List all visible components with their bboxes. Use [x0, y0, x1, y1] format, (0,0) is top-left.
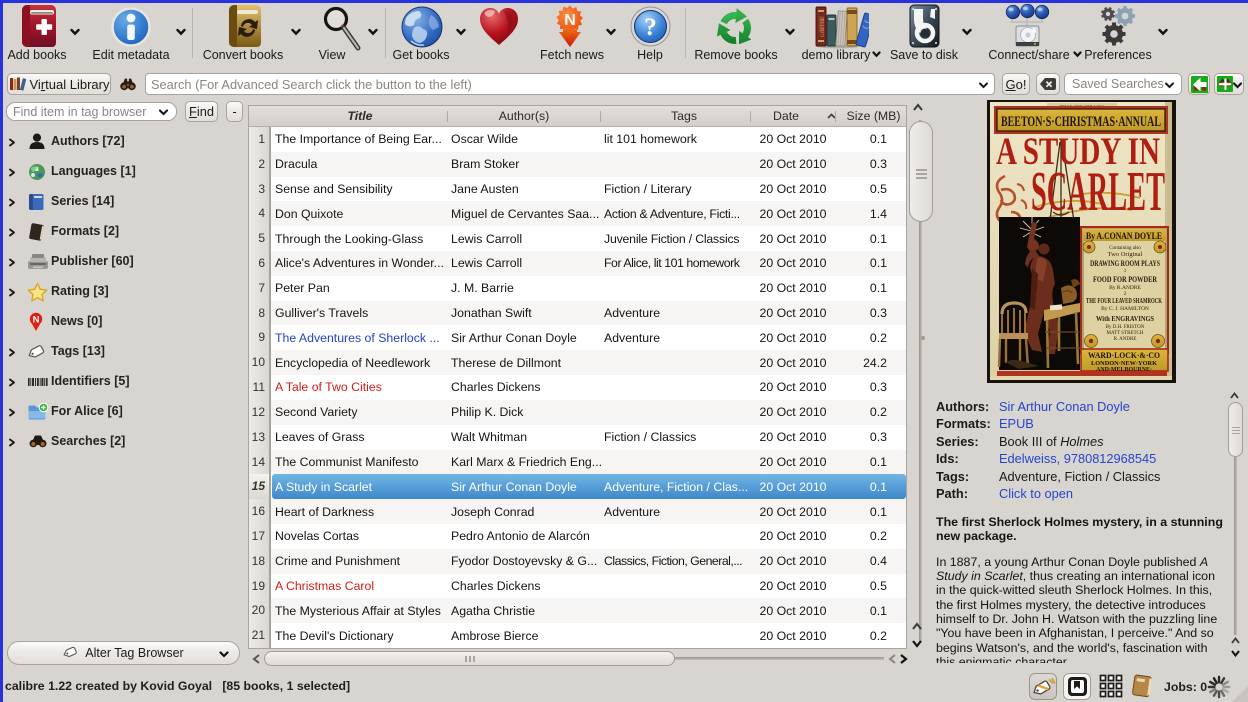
svg-text:By A.CONAN DOYLE: By A.CONAN DOYLE — [1086, 231, 1162, 241]
svg-text:By C. J. HAMILTON: By C. J. HAMILTON — [1101, 306, 1149, 312]
svg-text:WARD·LOCK·&·CO: WARD·LOCK·&·CO — [1088, 351, 1160, 360]
svg-text:With ENGRAVINGS: With ENGRAVINGS — [1096, 315, 1154, 323]
svg-text:BEETON·S·CHRISTMAS·ANNUAL: BEETON·S·CHRISTMAS·ANNUAL — [1001, 114, 1161, 130]
svg-text:N: N — [33, 315, 40, 326]
svg-text:SCARLET: SCARLET — [1031, 161, 1165, 223]
svg-text:R. ANDRE: R. ANDRE — [1114, 337, 1137, 342]
svg-text:MATT STRETCH: MATT STRETCH — [1107, 331, 1144, 336]
svg-text:DRAWING ROOM PLAYS: DRAWING ROOM PLAYS — [1090, 259, 1160, 268]
svg-text:By D.H. FRISTON: By D.H. FRISTON — [1106, 325, 1145, 330]
svg-text:THE FOUR LEAVED SHAMROCK: THE FOUR LEAVED SHAMROCK — [1086, 297, 1162, 305]
svg-text:FOOD FOR POWDER: FOOD FOR POWDER — [1093, 274, 1158, 284]
svg-text:N: N — [564, 12, 576, 29]
svg-text:?: ? — [644, 14, 657, 41]
svg-text:Two Original: Two Original — [1108, 251, 1143, 258]
svg-text:GOETHE: GOETHE — [821, 17, 826, 37]
